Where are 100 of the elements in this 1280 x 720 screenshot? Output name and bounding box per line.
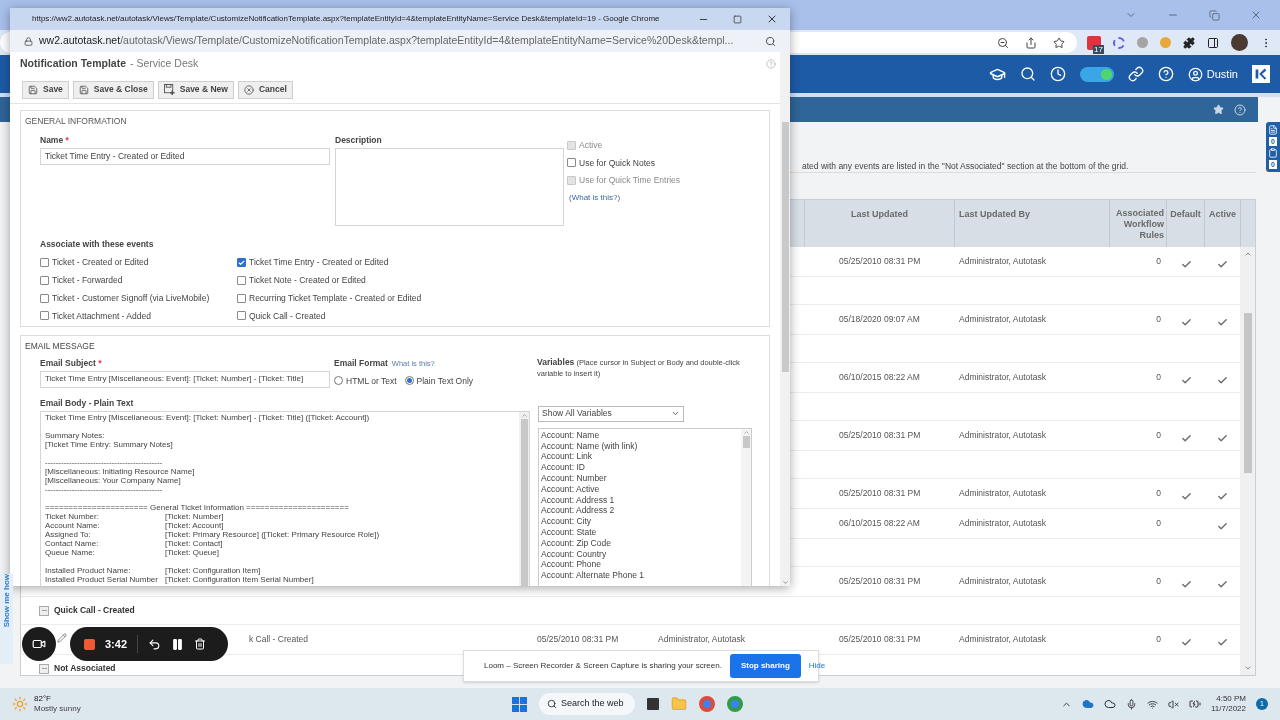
- user-icon[interactable]: [1187, 66, 1203, 82]
- checkbox[interactable]: [40, 293, 49, 303]
- checkbox[interactable]: [237, 275, 246, 285]
- variable-item[interactable]: Account: State: [541, 526, 741, 538]
- scroll-up-icon[interactable]: [520, 411, 528, 419]
- zoom-icon[interactable]: [997, 36, 1009, 49]
- extensions-icon[interactable]: [1183, 36, 1195, 49]
- checkbox[interactable]: [237, 293, 246, 303]
- stop-sharing-button[interactable]: Stop sharing: [729, 654, 801, 678]
- help-link[interactable]: (What is this?): [567, 192, 681, 204]
- flower-extension-icon[interactable]: [1113, 36, 1125, 49]
- column-header[interactable]: Last Updated: [805, 200, 955, 247]
- column-header[interactable]: Associated Workflow Rules: [1110, 200, 1167, 247]
- scroll-down-icon[interactable]: [1243, 664, 1252, 672]
- scrollbar-thumb[interactable]: [1243, 313, 1252, 473]
- side-panel-icon[interactable]: [1207, 36, 1219, 49]
- undo-icon[interactable]: [148, 637, 162, 651]
- name-field[interactable]: Ticket Time Entry - Created or Edited: [40, 147, 330, 165]
- volume-muted-icon[interactable]: [1168, 698, 1179, 710]
- pause-icon[interactable]: [171, 637, 185, 651]
- scroll-up-icon[interactable]: [742, 428, 750, 436]
- checkbox[interactable]: [40, 258, 49, 268]
- temperature[interactable]: 82°F: [34, 694, 81, 704]
- collapse-toggle[interactable]: [39, 663, 49, 674]
- search-icon[interactable]: [765, 35, 776, 47]
- scroll-up-icon[interactable]: [1243, 250, 1252, 258]
- variable-item[interactable]: Account: Name: [541, 429, 741, 441]
- toolbar-button[interactable]: Save & New: [157, 80, 234, 99]
- variable-item[interactable]: Account: Phone: [541, 559, 741, 571]
- share-icon[interactable]: [1025, 36, 1037, 49]
- variable-item[interactable]: Account: ID: [541, 462, 741, 473]
- search-icon[interactable]: [1019, 66, 1036, 82]
- browser-icon[interactable]: [699, 696, 715, 712]
- description-field[interactable]: [335, 147, 564, 226]
- microphone-icon[interactable]: [1126, 698, 1137, 710]
- help-tab-label[interactable]: Show me how: [0, 574, 13, 628]
- restore-icon[interactable]: [1209, 9, 1220, 21]
- variable-item[interactable]: Account: Address 1: [541, 494, 741, 506]
- variable-item[interactable]: Account: City: [541, 516, 741, 527]
- clipboard-icon[interactable]: [1268, 148, 1278, 158]
- scrollbar-thumb[interactable]: [742, 435, 750, 448]
- maximize-icon[interactable]: [733, 14, 742, 24]
- bookmark-star-icon[interactable]: [1053, 36, 1065, 49]
- column-header[interactable]: Last Updated By: [955, 200, 1110, 247]
- trash-icon[interactable]: [194, 638, 207, 650]
- variable-item[interactable]: Account: Name (with link): [541, 440, 741, 452]
- variables-list[interactable]: [538, 427, 752, 586]
- variable-item[interactable]: Account: Address 2: [541, 505, 741, 517]
- email-body-field[interactable]: [40, 410, 530, 586]
- wifi-icon[interactable]: [1147, 698, 1158, 710]
- stop-recording-icon[interactable]: [84, 638, 95, 650]
- checkbox[interactable]: [237, 311, 246, 321]
- clock-date[interactable]: 11/7/2022: [1211, 704, 1246, 714]
- document-icon[interactable]: [1268, 125, 1278, 135]
- column-header[interactable]: Active: [1205, 200, 1240, 247]
- clock-icon[interactable]: [1049, 66, 1066, 82]
- windows-start-icon[interactable]: [512, 696, 527, 712]
- variable-item[interactable]: Account: Country: [541, 548, 741, 560]
- help-tab[interactable]: Show me how: [0, 574, 13, 664]
- profile-avatar[interactable]: [1231, 34, 1248, 51]
- browser-icon[interactable]: [727, 696, 743, 712]
- favorite-star-icon[interactable]: [1213, 104, 1224, 115]
- column-header[interactable]: Default: [1167, 200, 1205, 247]
- extension-icon[interactable]: [1137, 37, 1148, 48]
- close-icon[interactable]: [766, 13, 778, 25]
- checkbox[interactable]: [40, 311, 49, 321]
- radio-button[interactable]: [404, 376, 414, 386]
- checkbox[interactable]: [40, 275, 49, 285]
- scrollbar-thumb[interactable]: [781, 122, 789, 372]
- scroll-down-icon[interactable]: [781, 579, 789, 586]
- body-scrollbar[interactable]: [519, 411, 529, 586]
- help-icon[interactable]: [1234, 103, 1246, 116]
- toolbar-button[interactable]: Save: [22, 80, 69, 99]
- checkbox[interactable]: [237, 258, 246, 268]
- checkbox[interactable]: [567, 158, 576, 168]
- clock-time[interactable]: 4:50 PM: [1216, 694, 1246, 704]
- weather-text[interactable]: Mostly sunny: [34, 704, 81, 714]
- battery-icon[interactable]: [1189, 698, 1201, 710]
- url-text[interactable]: ww2.autotask.net/autotask/Views/Template/CustomizeNotificationTemplate.aspx?templateEntityId=4&templateEntityName=Service%20Desk&templ...: [39, 33, 759, 49]
- template-name[interactable]: k Call - Created: [231, 634, 309, 644]
- weather-icon[interactable]: [12, 696, 28, 712]
- toggle-switch[interactable]: [1079, 66, 1114, 82]
- subject-field[interactable]: Ticket Time Entry [Miscellaneous: Event]: [Ticket: Number] - [Ticket: Title]: [40, 370, 330, 388]
- variable-item[interactable]: Account: Number: [541, 472, 741, 484]
- scrollbar-thumb[interactable]: [520, 418, 528, 586]
- popup-scrollbar[interactable]: [780, 52, 790, 586]
- variable-item[interactable]: Account: Zip Code: [541, 537, 741, 549]
- link-icon[interactable]: [1127, 66, 1144, 82]
- toolbar-button[interactable]: Cancel: [237, 80, 293, 99]
- variable-item[interactable]: Account: Active: [541, 483, 741, 495]
- variable-item[interactable]: Account: Link: [541, 451, 741, 463]
- task-view-icon[interactable]: [647, 698, 659, 710]
- toolbar-button[interactable]: Save & Close: [72, 80, 154, 99]
- user-name[interactable]: Dustin: [1206, 65, 1238, 83]
- taskbar-search[interactable]: Search the web: [539, 693, 635, 715]
- collapse-toggle[interactable]: [39, 605, 49, 616]
- variables-filter-select[interactable]: Show All Variables: [538, 405, 684, 422]
- variable-item[interactable]: Account: Alternate Phone 1: [541, 570, 741, 581]
- logo-icon[interactable]: [1252, 65, 1270, 83]
- cloud-icon[interactable]: [1104, 698, 1116, 710]
